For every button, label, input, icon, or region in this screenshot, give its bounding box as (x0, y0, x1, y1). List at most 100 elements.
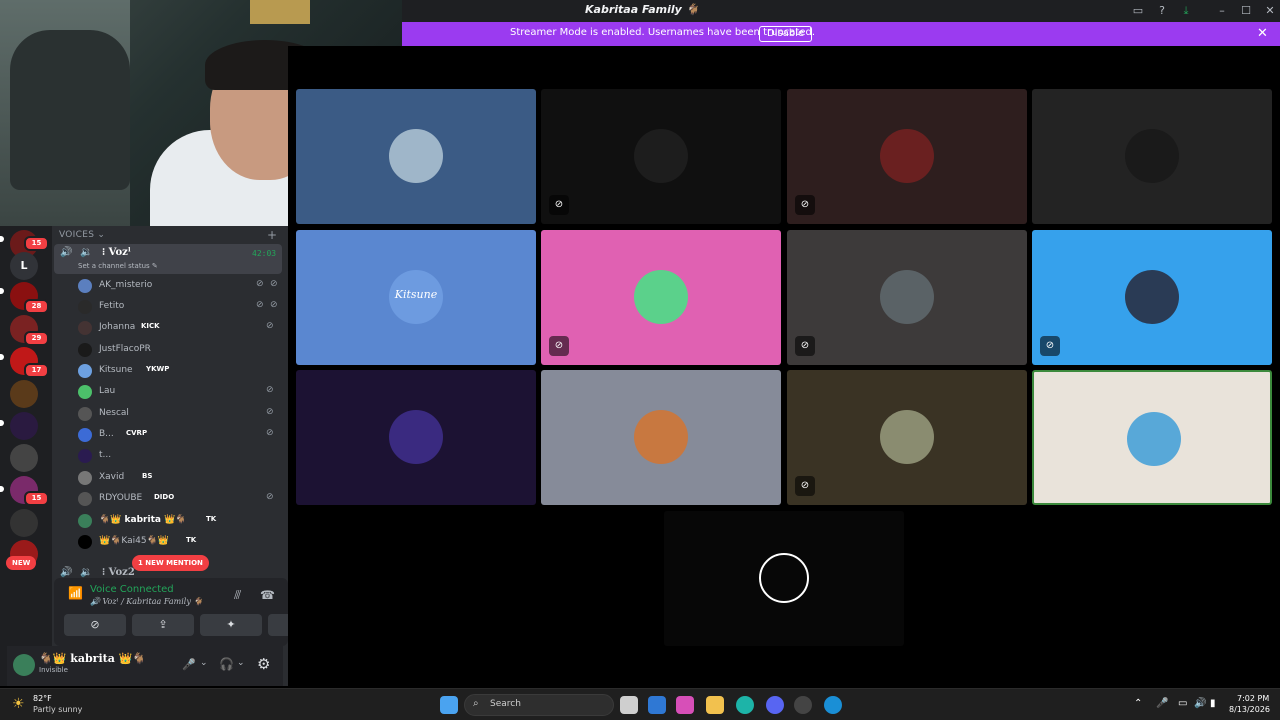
participant-tile[interactable] (541, 370, 781, 505)
member-tag: DIDO (154, 493, 175, 501)
participant-tile[interactable]: Kitsune (296, 230, 536, 365)
camera-button[interactable]: ⊘ (64, 614, 126, 636)
server-icon[interactable] (10, 380, 38, 408)
volume-icon: 🔉 (80, 567, 93, 578)
voice-member[interactable]: AK_misterio ⊘ ⊘ (76, 276, 282, 296)
disable-button[interactable]: Disable (759, 26, 813, 42)
discord-icon[interactable] (766, 696, 784, 714)
weather-temp[interactable]: 82°F (33, 694, 52, 703)
chevron-up-icon[interactable]: ⌃ (1134, 698, 1142, 709)
participant-tile[interactable]: ⊘ (787, 370, 1027, 505)
muted-icon: ⊘ (549, 336, 569, 356)
disconnect-icon[interactable]: ☎ (260, 588, 275, 602)
microphone-icon[interactable]: 🎤 (182, 658, 196, 671)
channel-status[interactable]: Set a channel status ✎ (78, 262, 158, 270)
avatar[interactable] (13, 654, 35, 676)
voice-member[interactable]: 👑🐐Kai45🐐👑 TK (76, 532, 282, 552)
edge-icon[interactable] (736, 696, 754, 714)
deafened-icon: ⊘ (270, 279, 278, 289)
mic-muted-icon: ⊘ (266, 321, 274, 331)
voice-member[interactable]: Lau ⊘ (76, 382, 282, 402)
voice-member[interactable]: JustFlacoPR (76, 340, 282, 360)
clock-date[interactable]: 8/13/2026 (1229, 705, 1270, 714)
screen-share-button[interactable]: ⇪ (132, 614, 194, 636)
inbox-icon[interactable]: ▭ (1130, 3, 1146, 19)
copilot-icon[interactable] (676, 696, 694, 714)
maximize-button[interactable]: ☐ (1238, 3, 1254, 19)
participant-tile[interactable]: ⊘ (541, 230, 781, 365)
member-name: Lau (99, 386, 116, 396)
participant-tile[interactable]: ⊘ (787, 230, 1027, 365)
user-name[interactable]: 🐐👑 kabrita 👑🐐 (39, 652, 146, 665)
member-name: Nescal (99, 408, 129, 418)
voice-member[interactable]: B... CVRP ⊘ (76, 425, 282, 445)
voice-connected-channel[interactable]: 🔊 Vozˡ / Kabritaa Family 🐐 (90, 597, 203, 606)
voice-channel-voz[interactable]: 🔊 🔉 ⁝ Vozˡ Set a channel status ✎ 42:03 (54, 244, 282, 274)
avatar (78, 364, 92, 378)
activities-button[interactable]: ✦ (200, 614, 262, 636)
weather-desc[interactable]: Partly sunny (33, 705, 82, 714)
avatar (78, 321, 92, 335)
banner-close-icon[interactable]: ✕ (1257, 26, 1268, 41)
file-explorer-icon[interactable] (706, 696, 724, 714)
voice-member[interactable]: Kitsune YKWP (76, 361, 282, 381)
server-icon[interactable] (10, 509, 38, 537)
voice-connected-title[interactable]: Voice Connected (90, 584, 174, 595)
clock-time[interactable]: 7:02 PM (1237, 694, 1269, 703)
voice-member[interactable]: Nescal ⊘ (76, 404, 282, 424)
avatar (1127, 412, 1181, 466)
participant-tile[interactable] (296, 370, 536, 505)
member-tag: CVRP (126, 429, 148, 437)
chevron-down-icon[interactable]: ⌄ (237, 658, 245, 668)
voice-member[interactable]: Fetito ⊘ ⊘ (76, 297, 282, 317)
channel-name: ⁝ Voz2 (102, 567, 135, 578)
help-icon[interactable]: ? (1154, 3, 1170, 19)
mic-muted-icon: ⊘ (266, 407, 274, 417)
user-status: Invisible (39, 666, 68, 674)
avatar (634, 270, 688, 324)
voices-category[interactable]: VOICES ⌄ (59, 230, 105, 240)
server-icon-l[interactable]: L (10, 252, 38, 280)
start-button[interactable] (440, 696, 458, 714)
task-view-icon[interactable] (620, 696, 638, 714)
outlook-icon[interactable] (648, 696, 666, 714)
participant-tile-speaking[interactable] (1032, 370, 1272, 505)
download-icon[interactable]: ⤓ (1178, 3, 1194, 19)
participant-tile[interactable]: ⊘ (787, 89, 1027, 224)
voice-member[interactable]: t... (76, 446, 282, 466)
voice-member[interactable]: RDYOUBE DIDO ⊘ (76, 489, 282, 509)
loading-spinner (759, 553, 809, 603)
server-icon[interactable] (10, 412, 38, 440)
monitor-icon[interactable]: ▭ (1178, 698, 1187, 709)
weather-icon[interactable]: ☀ (12, 696, 25, 712)
avatar: Kitsune (389, 270, 443, 324)
close-button[interactable]: ✕ (1262, 3, 1278, 19)
participant-tile[interactable]: ⊘ (541, 89, 781, 224)
volume-icon[interactable]: 🔊 (1194, 698, 1206, 709)
member-tag: YKWP (146, 365, 170, 373)
server-icon[interactable] (10, 444, 38, 472)
gear-icon[interactable]: ⚙ (257, 655, 270, 673)
voice-member[interactable]: Johanna KICK ⊘ (76, 318, 282, 338)
minimize-button[interactable]: – (1214, 3, 1230, 19)
edge-beta-icon[interactable] (824, 696, 842, 714)
avatar (78, 535, 92, 549)
chevron-down-icon[interactable]: ⌄ (200, 658, 208, 668)
user-panel: 🐐👑 kabrita 👑🐐 Invisible 🎤 ⌄ 🎧 ⌄ ⚙ (7, 646, 283, 686)
participant-tile[interactable] (296, 89, 536, 224)
voice-member[interactable]: Xavid BS (76, 468, 282, 488)
participant-tile[interactable]: ⊘ (1032, 230, 1272, 365)
chrome-icon[interactable] (794, 696, 812, 714)
search-box[interactable]: ⌕ Search (464, 694, 614, 716)
member-name: B... (99, 429, 114, 439)
participant-tile[interactable] (1032, 89, 1272, 224)
avatar (78, 449, 92, 463)
new-servers-badge[interactable]: NEW (6, 556, 37, 570)
voice-member[interactable]: 🐐👑 kabrita 👑🐐 TK (76, 511, 282, 531)
battery-icon[interactable]: ▮ (1210, 698, 1216, 709)
microphone-icon[interactable]: 🎤 (1156, 698, 1168, 709)
headphones-icon[interactable]: 🎧 (219, 657, 234, 671)
add-channel-icon[interactable]: + (267, 228, 277, 242)
noise-suppression-icon[interactable]: ⫻ (234, 588, 241, 603)
muted-icon: ⊘ (795, 476, 815, 496)
